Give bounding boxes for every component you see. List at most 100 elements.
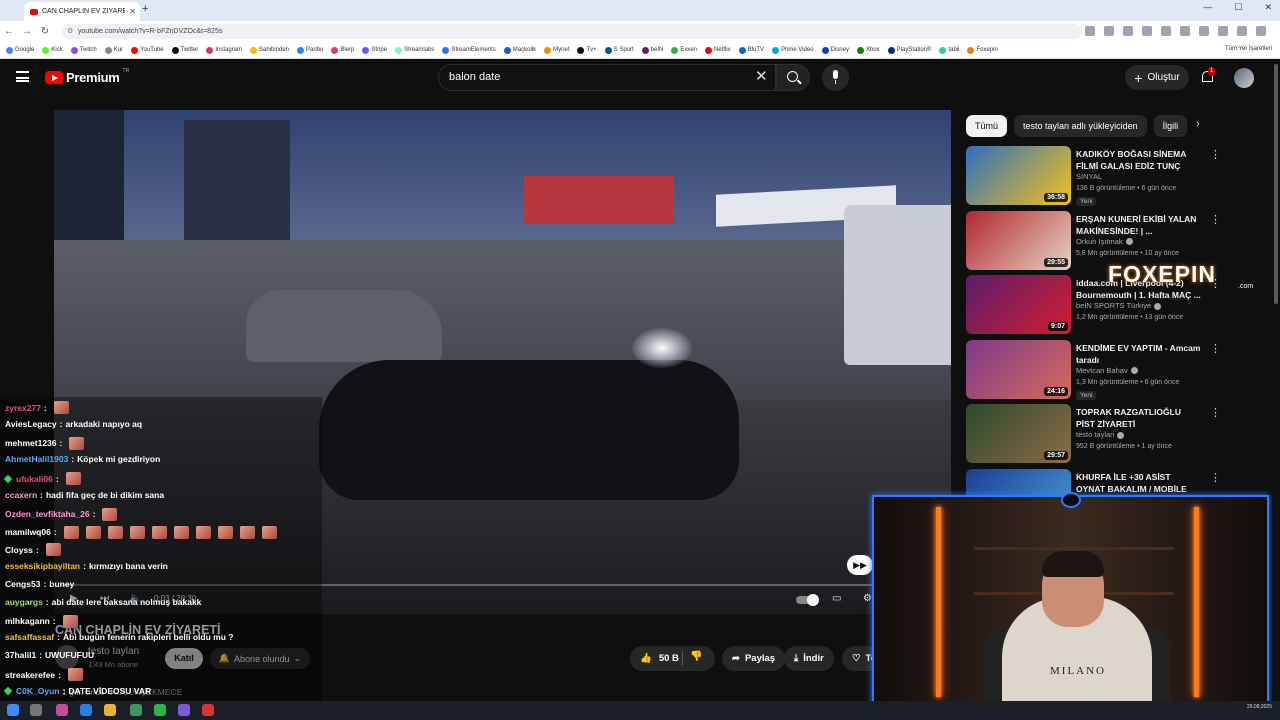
search-input[interactable]: balon date [438, 64, 776, 91]
bookmark-item[interactable]: Tv+ [577, 46, 597, 54]
share-button[interactable]: ➦ Paylaş [722, 646, 786, 671]
chat-username[interactable]: AviesLegacy [5, 419, 57, 429]
extension-icon[interactable] [1237, 26, 1247, 36]
all-bookmarks-button[interactable]: Tüm Yer İşaretleri [1225, 46, 1272, 52]
account-avatar[interactable] [1234, 68, 1254, 88]
recommended-video[interactable]: 36:58 KADIKÖY BOĞASI SİNEMA FİLMİ GALASI … [966, 146, 1266, 206]
bookmark-item[interactable]: Exxen [671, 46, 697, 54]
extension-icon[interactable] [1256, 26, 1266, 36]
bookmark-item[interactable]: Mynet [544, 46, 569, 54]
bookmark-item[interactable]: Kur [104, 46, 123, 54]
edge-icon[interactable] [80, 704, 92, 716]
chat-username[interactable]: ccaxern [5, 490, 37, 500]
chat-username[interactable]: streakerefee [5, 670, 55, 680]
bookmark-item[interactable]: Kick [42, 46, 63, 54]
extension-icon[interactable] [1180, 26, 1190, 36]
bookmark-item[interactable]: Twitch [70, 46, 97, 54]
recommended-video-title[interactable]: ERŞAN KUNERİ EKİBİ YALAN MAKİNESİNDE! | … [1076, 213, 1201, 237]
copilot-icon[interactable] [56, 704, 68, 716]
extension-icon[interactable] [1123, 26, 1133, 36]
bookmark-item[interactable]: Sahibinden [250, 46, 289, 54]
download-button[interactable]: ⤓ İndir [784, 646, 834, 671]
bookmark-item[interactable]: Streamlabs [395, 46, 434, 54]
autoplay-toggle[interactable] [796, 594, 819, 606]
chat-username[interactable]: Cloyss [5, 545, 33, 555]
create-button[interactable]: + Oluştur [1125, 65, 1189, 90]
bookmark-item[interactable]: PlayStation® [887, 46, 931, 54]
subtitles-icon[interactable]: ▭ [832, 593, 841, 604]
minimize-icon[interactable]: — [1203, 2, 1212, 13]
bookmark-item[interactable]: Paribu [297, 46, 323, 54]
file-explorer-icon[interactable] [104, 704, 116, 716]
chat-username[interactable]: mehmet1236 [5, 438, 57, 448]
more-options-icon[interactable]: ⋮ [1210, 148, 1221, 161]
recommended-video-channel[interactable]: beIN SPORTS Türkiye [1076, 301, 1162, 310]
start-icon[interactable] [7, 704, 19, 716]
recommended-video-channel[interactable]: SİNYAL [1076, 172, 1102, 181]
close-window-icon[interactable]: ✕ [1264, 2, 1272, 13]
more-options-icon[interactable]: ⋮ [1210, 213, 1221, 226]
video-thumbnail[interactable]: 29:57 [966, 404, 1071, 463]
bookmark-item[interactable]: Disney [821, 46, 849, 54]
recommended-video-channel[interactable]: testo taylan [1076, 430, 1125, 439]
video-thumbnail[interactable]: 36:58 [966, 146, 1071, 205]
hamburger-menu-icon[interactable] [16, 71, 29, 82]
bookmark-item[interactable]: tabii [939, 46, 959, 54]
bookmark-item[interactable]: Twitter [171, 46, 198, 54]
filter-chip[interactable]: testo taylan adlı yükleyiciden [1014, 115, 1147, 137]
filter-chip[interactable]: İlgili [1153, 115, 1188, 137]
chrome-icon[interactable] [130, 704, 142, 716]
recommended-video-channel[interactable]: Mevtcan Bahav [1076, 366, 1138, 375]
maximize-icon[interactable]: ☐ [1234, 2, 1242, 13]
bookmark-item[interactable]: Prime Video [772, 46, 814, 54]
recommended-video-channel[interactable]: Orkun Işıtmak [1076, 237, 1133, 246]
recommended-video-title[interactable]: TOPRAK RAZGATLIOĞLU PİST ZİYARETİ [1076, 406, 1201, 430]
chat-username[interactable]: Ozden_tevfiktaha_26 [5, 509, 90, 519]
forward-icon[interactable]: → [18, 26, 36, 37]
next-video-icon[interactable]: ▶▶ [847, 555, 873, 575]
whatsapp-icon[interactable] [154, 704, 166, 716]
bookmark-item[interactable]: Instagram [206, 46, 242, 54]
chat-username[interactable]: mlhkagann [5, 616, 50, 626]
bookmark-item[interactable]: beIN [641, 46, 663, 54]
chat-username[interactable]: C0K_Oyun [16, 686, 59, 696]
recommended-video[interactable]: 29:57 TOPRAK RAZGATLIOĞLU PİST ZİYARETİ te… [966, 404, 1266, 464]
bookmark-item[interactable]: Blerp [331, 46, 354, 54]
filter-chip[interactable]: Tümü [966, 115, 1008, 137]
bookmark-item[interactable]: Netflix [705, 46, 731, 54]
video-thumbnail[interactable]: 29:55 [966, 210, 1071, 270]
bookmark-item[interactable]: Google [6, 46, 34, 54]
chat-username[interactable]: auygargs [5, 597, 43, 607]
video-thumbnail[interactable]: 24:16 [966, 339, 1071, 399]
more-options-icon[interactable]: ⋮ [1210, 342, 1221, 355]
chat-username[interactable]: safsaffassaf [5, 632, 54, 642]
new-tab-icon[interactable]: + [142, 3, 148, 15]
extension-icon[interactable] [1142, 26, 1152, 36]
bookmark-item[interactable]: Stripe [362, 46, 387, 54]
chat-username[interactable]: mamilwq06 [5, 527, 51, 537]
more-options-icon[interactable]: ⋮ [1210, 471, 1221, 484]
chat-username[interactable]: 37halil1 [5, 650, 36, 660]
address-bar[interactable]: youtube.com/watch?v=R-bFZnDVZOc&t=825s [62, 24, 1082, 39]
video-thumbnail[interactable]: 9:07 [966, 275, 1071, 334]
chat-username[interactable]: ufukali06 [16, 474, 53, 484]
clear-search-icon[interactable]: ✕ [755, 67, 768, 85]
task-view-icon[interactable] [30, 704, 42, 716]
youtube-logo[interactable]: Premium TR [45, 68, 129, 85]
chat-username[interactable]: zyrex277 [5, 403, 41, 413]
thumbs-down-icon[interactable]: 👎 [690, 651, 702, 662]
extension-icon[interactable] [1085, 26, 1095, 36]
reload-icon[interactable]: ↻ [36, 26, 54, 37]
browser-tab[interactable]: CAN CHAPLIN EV ZİYARETİ - YouTube ✕ [24, 2, 140, 21]
discord-icon[interactable] [178, 704, 190, 716]
more-options-icon[interactable]: ⋮ [1210, 406, 1221, 419]
like-count[interactable]: 50 B [659, 653, 679, 664]
obs-icon[interactable] [202, 704, 214, 716]
bookmark-item[interactable]: S Sport [604, 46, 634, 54]
extension-icon[interactable] [1199, 26, 1209, 36]
bookmark-item[interactable]: Foxepin [967, 46, 998, 54]
bookmark-item[interactable]: BluTV [738, 46, 764, 54]
extension-icon[interactable] [1218, 26, 1228, 36]
chat-username[interactable]: esseksikipbayiltan [5, 561, 80, 571]
extension-icon[interactable] [1161, 26, 1171, 36]
